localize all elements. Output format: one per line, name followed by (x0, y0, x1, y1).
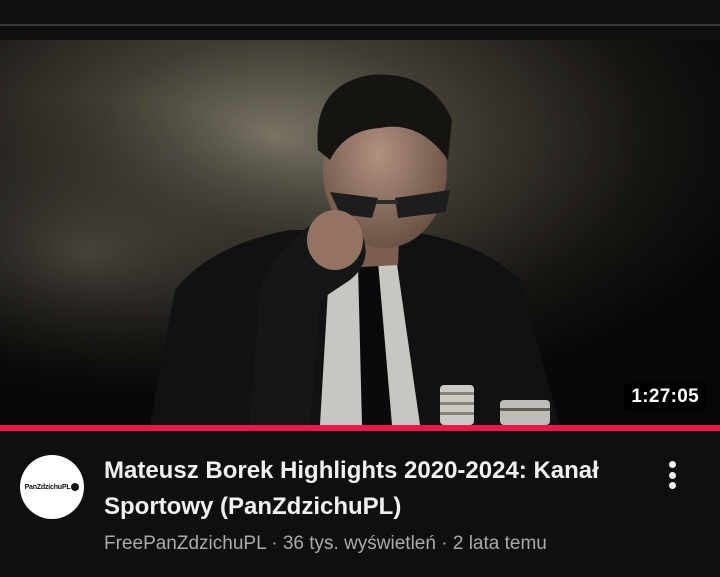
video-thumbnail[interactable]: 1:27:05 (0, 40, 720, 425)
thumbnail-image (0, 40, 720, 425)
watch-progress-fill (0, 425, 720, 431)
previous-item-divider (0, 0, 720, 26)
duration-badge: 1:27:05 (624, 383, 706, 411)
upload-age: 2 lata temu (452, 533, 547, 554)
view-count: 36 tys. wyświetleń (282, 533, 436, 554)
video-title[interactable]: Mateusz Borek Highlights 2020-2024: Kana… (104, 453, 624, 525)
more-vert-icon[interactable] (660, 457, 684, 493)
avatar-logo-text: PanZdzichuPL (24, 483, 71, 491)
meta-separator: · (271, 533, 278, 554)
video-meta: PanZdzichuPL Mateusz Borek Highlights 20… (0, 443, 720, 573)
football-icon (71, 483, 80, 491)
channel-name[interactable]: FreePanZdzichuPL (104, 533, 266, 554)
video-byline: FreePanZdzichuPL · 36 tys. wyświetleń · … (104, 533, 547, 555)
meta-separator: · (441, 533, 448, 554)
channel-avatar[interactable]: PanZdzichuPL (20, 455, 84, 519)
watch-progress-bar (0, 425, 720, 431)
